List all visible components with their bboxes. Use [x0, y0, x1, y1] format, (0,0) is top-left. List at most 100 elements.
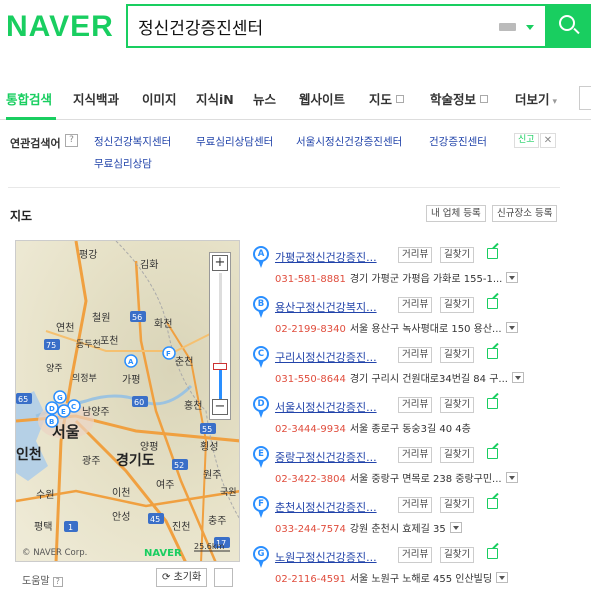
map-label: 경기도	[116, 452, 155, 469]
tab-academic[interactable]: 학술정보	[430, 89, 489, 108]
map-marker[interactable]: A	[124, 354, 138, 368]
zoom-slider-handle[interactable]	[213, 363, 227, 370]
directions-button[interactable]: 길찾기	[440, 347, 475, 363]
share-icon[interactable]	[487, 398, 498, 409]
marker-pin-icon: C	[252, 346, 270, 370]
street-view-button[interactable]: 거리뷰	[398, 347, 433, 363]
chevron-down-icon[interactable]	[505, 472, 518, 483]
map-marker[interactable]: F	[162, 346, 176, 360]
share-icon[interactable]	[487, 448, 498, 459]
directions-button[interactable]: 길찾기	[440, 397, 475, 413]
map-marker[interactable]: B	[45, 414, 59, 428]
search-input[interactable]	[138, 14, 478, 38]
route-shield: 65	[16, 393, 32, 404]
tab-map[interactable]: 지도	[369, 89, 405, 108]
highway	[74, 419, 187, 561]
tab-kin[interactable]: 지식iN	[196, 89, 234, 108]
zoom-out-button[interactable]: −	[212, 399, 228, 415]
map-label: 화천	[154, 318, 172, 330]
popup-icon	[480, 95, 489, 103]
map-copyright: © NAVER Corp.	[22, 548, 87, 558]
map-label: 국원	[220, 487, 237, 498]
tab-news[interactable]: 뉴스	[253, 89, 276, 108]
map-reset-label: 초기화	[173, 572, 202, 583]
map-marker[interactable]: G	[53, 390, 67, 404]
chevron-down-icon[interactable]	[449, 522, 462, 533]
zoom-in-button[interactable]: +	[212, 255, 228, 271]
route-number: 60	[134, 398, 144, 407]
route-shield: 52	[172, 459, 188, 470]
register-new-place-button[interactable]: 신규장소 등록	[492, 205, 558, 222]
tab-more-label: 더보기	[515, 92, 550, 107]
marker-letter: G	[57, 394, 63, 402]
phone-number: 02-3422-3804	[275, 474, 346, 485]
marker-tail	[258, 360, 264, 368]
route-number: 1	[68, 523, 73, 532]
street-view-button[interactable]: 거리뷰	[398, 397, 433, 413]
tab-integrated[interactable]: 통합검색	[6, 89, 52, 108]
street-view-button[interactable]: 거리뷰	[398, 247, 433, 263]
chevron-down-icon[interactable]	[506, 272, 519, 283]
phone-number: 02-2199-8340	[275, 324, 346, 335]
share-icon[interactable]	[487, 548, 498, 559]
list-item: C 구리시정신건강증진... 거리뷰 길찾기 031-550-8644 경기 구리…	[252, 345, 572, 397]
marker-pin-icon: F	[252, 496, 270, 520]
tab-encyclopedia[interactable]: 지식백과	[73, 89, 119, 108]
share-icon[interactable]	[487, 498, 498, 509]
related-link[interactable]: 무료심리상담센터	[196, 134, 273, 149]
directions-button[interactable]: 길찾기	[440, 247, 475, 263]
directions-button[interactable]: 길찾기	[440, 547, 475, 563]
chevron-down-icon[interactable]	[505, 322, 518, 333]
directions-button[interactable]: 길찾기	[440, 447, 475, 463]
tab-side-input[interactable]	[579, 86, 591, 110]
map-view[interactable]: 평강 김화 연천 철원 화천 춘천 포천 가평 동두천 양주 의정부 남양주 홍…	[15, 240, 240, 562]
map-label: 충주	[208, 515, 226, 527]
result-name-link[interactable]: 춘천시정신건강증진...	[275, 499, 377, 515]
keyboard-icon[interactable]	[499, 23, 516, 31]
chevron-down-icon[interactable]	[496, 572, 509, 583]
map-marker[interactable]: D	[45, 401, 59, 415]
tab-images[interactable]: 이미지	[142, 89, 177, 108]
share-icon[interactable]	[487, 348, 498, 359]
road	[45, 330, 217, 352]
related-link[interactable]: 건강증진센터	[429, 134, 487, 149]
street-view-button[interactable]: 거리뷰	[398, 547, 433, 563]
share-icon[interactable]	[487, 298, 498, 309]
tab-websites[interactable]: 웹사이트	[299, 89, 345, 108]
naver-logo[interactable]: NAVER	[6, 10, 114, 44]
street-view-button[interactable]: 거리뷰	[398, 297, 433, 313]
directions-button[interactable]: 길찾기	[440, 297, 475, 313]
help-icon[interactable]: ?	[65, 134, 78, 147]
map-marker[interactable]: E	[57, 404, 71, 418]
search-box	[126, 4, 547, 48]
result-name-link[interactable]: 구리시정신건강증진...	[275, 349, 377, 365]
tab-more[interactable]: 더보기 ▾	[515, 89, 557, 108]
list-item: G 노원구정신건강증진... 거리뷰 길찾기 02-2116-4591 서울 노원…	[252, 545, 572, 597]
directions-button[interactable]: 길찾기	[440, 497, 475, 513]
related-link[interactable]: 정신건강복지센터	[94, 134, 171, 149]
chevron-down-icon[interactable]	[511, 372, 524, 383]
related-link[interactable]: 무료심리상담	[94, 156, 152, 171]
result-name-link[interactable]: 서울시정신건강증진...	[275, 399, 377, 415]
address: 강원 춘천시 효제길 35	[349, 524, 446, 535]
result-name-link[interactable]: 용산구정신건강복지...	[275, 299, 377, 315]
close-icon[interactable]: ✕	[540, 133, 556, 148]
register-my-business-button[interactable]: 내 업체 등록	[426, 205, 486, 222]
map-label: 홍천	[184, 399, 202, 412]
map-reset-button[interactable]: ⟳ 초기화	[156, 568, 208, 587]
report-button[interactable]: 신고	[514, 133, 539, 148]
list-item: E 중랑구정신건강증진... 거리뷰 길찾기 02-3422-3804 서울 중랑…	[252, 445, 572, 497]
street-view-button[interactable]: 거리뷰	[398, 497, 433, 513]
list-item: F 춘천시정신건강증진... 거리뷰 길찾기 033-244-7574 강원 춘천…	[252, 495, 572, 547]
chevron-down-icon[interactable]	[526, 25, 534, 30]
result-name-link[interactable]: 가평군정신건강증진...	[275, 249, 377, 265]
share-icon[interactable]	[487, 248, 498, 259]
street-view-button[interactable]: 거리뷰	[398, 447, 433, 463]
map-view-toggle-button[interactable]	[214, 568, 233, 587]
result-name-link[interactable]: 노원구정신건강증진...	[275, 549, 377, 565]
search-button[interactable]	[547, 4, 591, 48]
tab-academic-label: 학술정보	[430, 92, 477, 107]
related-link[interactable]: 서울시정신건강증진센터	[296, 134, 402, 149]
result-name-link[interactable]: 중랑구정신건강증진...	[275, 449, 377, 465]
map-help-link[interactable]: 도움말 ?	[22, 572, 63, 587]
